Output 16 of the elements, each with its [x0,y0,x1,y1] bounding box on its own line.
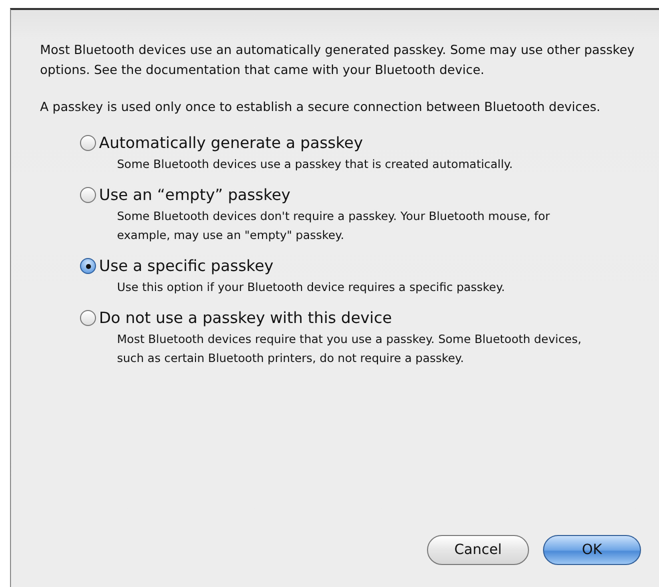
ok-button[interactable]: OK [543,535,641,565]
option-label[interactable]: Use a specific passkey [99,257,274,275]
intro-paragraph: Most Bluetooth devices use an automatically generated passkey. Some may use other passkey options. See the documentation that came with your Bluetooth device. [40,41,636,79]
radio-button[interactable] [80,310,96,326]
option-description: Some Bluetooth devices don't require a passkey. Your Bluetooth mouse, for example, may use an "empty" passkey. [117,208,551,244]
option-label[interactable]: Automatically generate a passkey [99,134,363,152]
option-label[interactable]: Do not use a passkey with this device [99,309,392,327]
cancel-button[interactable]: Cancel [427,535,529,565]
option-description: Most Bluetooth devices require that you use a passkey. Some Bluetooth devices, such as certain Bluetooth printers, do not require a passkey. [117,331,582,367]
radio-button[interactable] [80,135,96,151]
radio-button[interactable] [80,187,96,203]
option-label[interactable]: Use an “empty” passkey [99,186,290,204]
option-description: Some Bluetooth devices use a passkey that is created automatically. [117,156,514,173]
intro-paragraph: A passkey is used only once to establish a secure connection between Bluetooth devices. [40,98,602,116]
radio-button[interactable] [80,258,96,274]
option-description: Use this option if your Bluetooth device requires a specific passkey. [117,279,506,296]
